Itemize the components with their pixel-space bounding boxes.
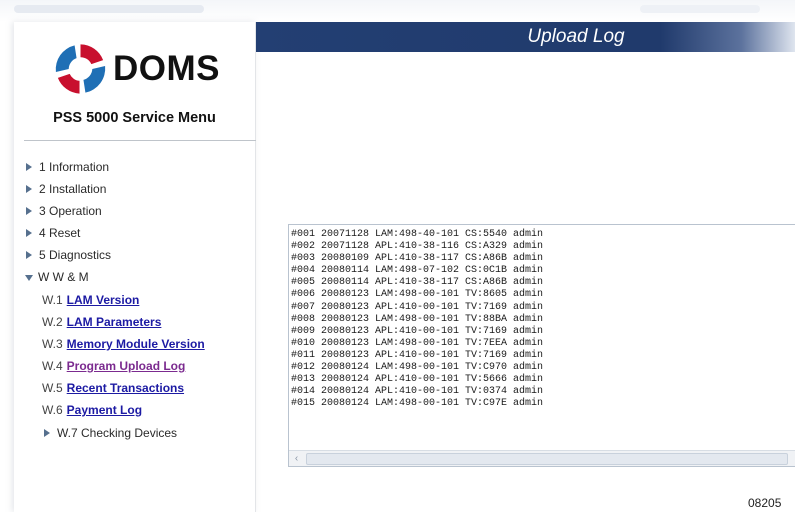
log-line: #003 20080109 APL:410-38-117 CS:A86B adm… (291, 253, 544, 265)
subitem-memory-module-version: W.3 Memory Module Version (42, 337, 205, 351)
nav-item-label: 5 Diagnostics (39, 248, 112, 262)
log-line: #011 20080123 APL:410-00-101 TV:7169 adm… (291, 349, 544, 361)
nav-item-operation[interactable]: 3 Operation (26, 204, 102, 218)
subitem-lam-version: W.1 LAM Version (42, 293, 139, 307)
nav-item-label: W.7 Checking Devices (57, 426, 178, 440)
subitem-prefix: W.1 (42, 293, 63, 307)
log-line: #013 20080124 APL:410-00-101 TV:5666 adm… (291, 374, 544, 386)
browser-top-strip (0, 0, 795, 22)
lam-parameters-link[interactable]: LAM Parameters (67, 315, 162, 329)
scrollbar-thumb[interactable] (306, 453, 788, 465)
nav-item-installation[interactable]: 2 Installation (26, 182, 106, 196)
log-line: #006 20080123 LAM:498-00-101 TV:8605 adm… (291, 289, 544, 301)
horizontal-scrollbar[interactable]: ‹ (289, 450, 795, 466)
log-line: #004 20080114 LAM:498-07-102 CS:0C1B adm… (291, 265, 544, 277)
log-line: #012 20080124 LAM:498-00-101 TV:C970 adm… (291, 362, 544, 374)
nav-item-label: 3 Operation (39, 204, 102, 218)
nav-item-label: 1 Information (39, 160, 110, 174)
doms-logo: DOMS (50, 38, 220, 100)
subitem-prefix: W.6 (42, 403, 63, 417)
log-line: #008 20080123 LAM:498-00-101 TV:88BA adm… (291, 313, 544, 325)
nav-item-reset[interactable]: 4 Reset (26, 226, 80, 240)
triangle-right-icon (26, 185, 32, 193)
nav-item-information[interactable]: 1 Information (26, 160, 109, 174)
triangle-right-icon (26, 163, 32, 171)
log-line: #005 20080114 APL:410-38-117 CS:A86B adm… (291, 277, 544, 289)
scroll-left-icon[interactable]: ‹ (289, 451, 304, 466)
nav-item-checking-devices[interactable]: W.7 Checking Devices (44, 426, 177, 440)
blurred-toolbar (14, 5, 204, 13)
triangle-right-icon (26, 207, 32, 215)
doms-logo-icon (55, 44, 106, 94)
log-line: #009 20080123 APL:410-00-101 TV:7169 adm… (291, 325, 544, 337)
nav-item-label: 4 Reset (39, 226, 81, 240)
subitem-prefix: W.5 (42, 381, 63, 395)
log-line: #014 20080124 APL:410-00-101 TV:0374 adm… (291, 386, 544, 398)
nav-item-label: W W & M (38, 270, 89, 284)
log-line: #002 20071128 APL:410-38-116 CS:A329 adm… (291, 241, 544, 253)
menu-title: PSS 5000 Service Menu (53, 110, 216, 126)
subitem-payment-log: W.6 Payment Log (42, 403, 142, 417)
subitem-prefix: W.4 (42, 359, 63, 373)
nav-item-label: 2 Installation (39, 182, 107, 196)
triangle-right-icon (44, 429, 50, 437)
memory-module-version-link[interactable]: Memory Module Version (67, 337, 205, 351)
recent-transactions-link[interactable]: Recent Transactions (67, 381, 184, 395)
payment-log-link[interactable]: Payment Log (67, 403, 142, 417)
service-menu-panel: DOMS PSS 5000 Service Menu 1 Information… (14, 22, 256, 512)
blurred-toolbar-right (640, 5, 760, 13)
figure-code: 08205 (748, 496, 782, 510)
subitem-lam-parameters: W.2 LAM Parameters (42, 315, 161, 329)
triangle-down-icon (25, 274, 33, 281)
title-divider (24, 140, 256, 141)
lam-version-link[interactable]: LAM Version (67, 293, 140, 307)
upload-log-box[interactable]: #001 20071128 LAM:498-40-101 CS:5540 adm… (288, 224, 795, 467)
triangle-right-icon (26, 229, 32, 237)
subitem-program-upload-log: W.4 Program Upload Log (42, 359, 185, 373)
page-header-bar: Upload Log (256, 22, 795, 52)
triangle-right-icon (26, 251, 32, 259)
log-line: #015 20080124 LAM:498-00-101 TV:C97E adm… (291, 398, 544, 410)
logo-wordmark: DOMS (113, 49, 220, 88)
upload-log-lines: #001 20071128 LAM:498-40-101 CS:5540 adm… (291, 229, 543, 410)
page-title: Upload Log (527, 26, 625, 47)
nav-item-wwm[interactable]: W W & M (25, 270, 89, 284)
subitem-prefix: W.2 (42, 315, 63, 329)
nav-item-diagnostics[interactable]: 5 Diagnostics (26, 248, 111, 262)
log-line: #001 20071128 LAM:498-40-101 CS:5540 adm… (291, 229, 544, 240)
log-line: #007 20080123 APL:410-00-101 TV:7169 adm… (291, 301, 544, 313)
subitem-recent-transactions: W.5 Recent Transactions (42, 381, 184, 395)
log-line: #010 20080123 LAM:498-00-101 TV:7EEA adm… (291, 337, 544, 349)
subitem-prefix: W.3 (42, 337, 63, 351)
program-upload-log-link[interactable]: Program Upload Log (67, 359, 186, 373)
